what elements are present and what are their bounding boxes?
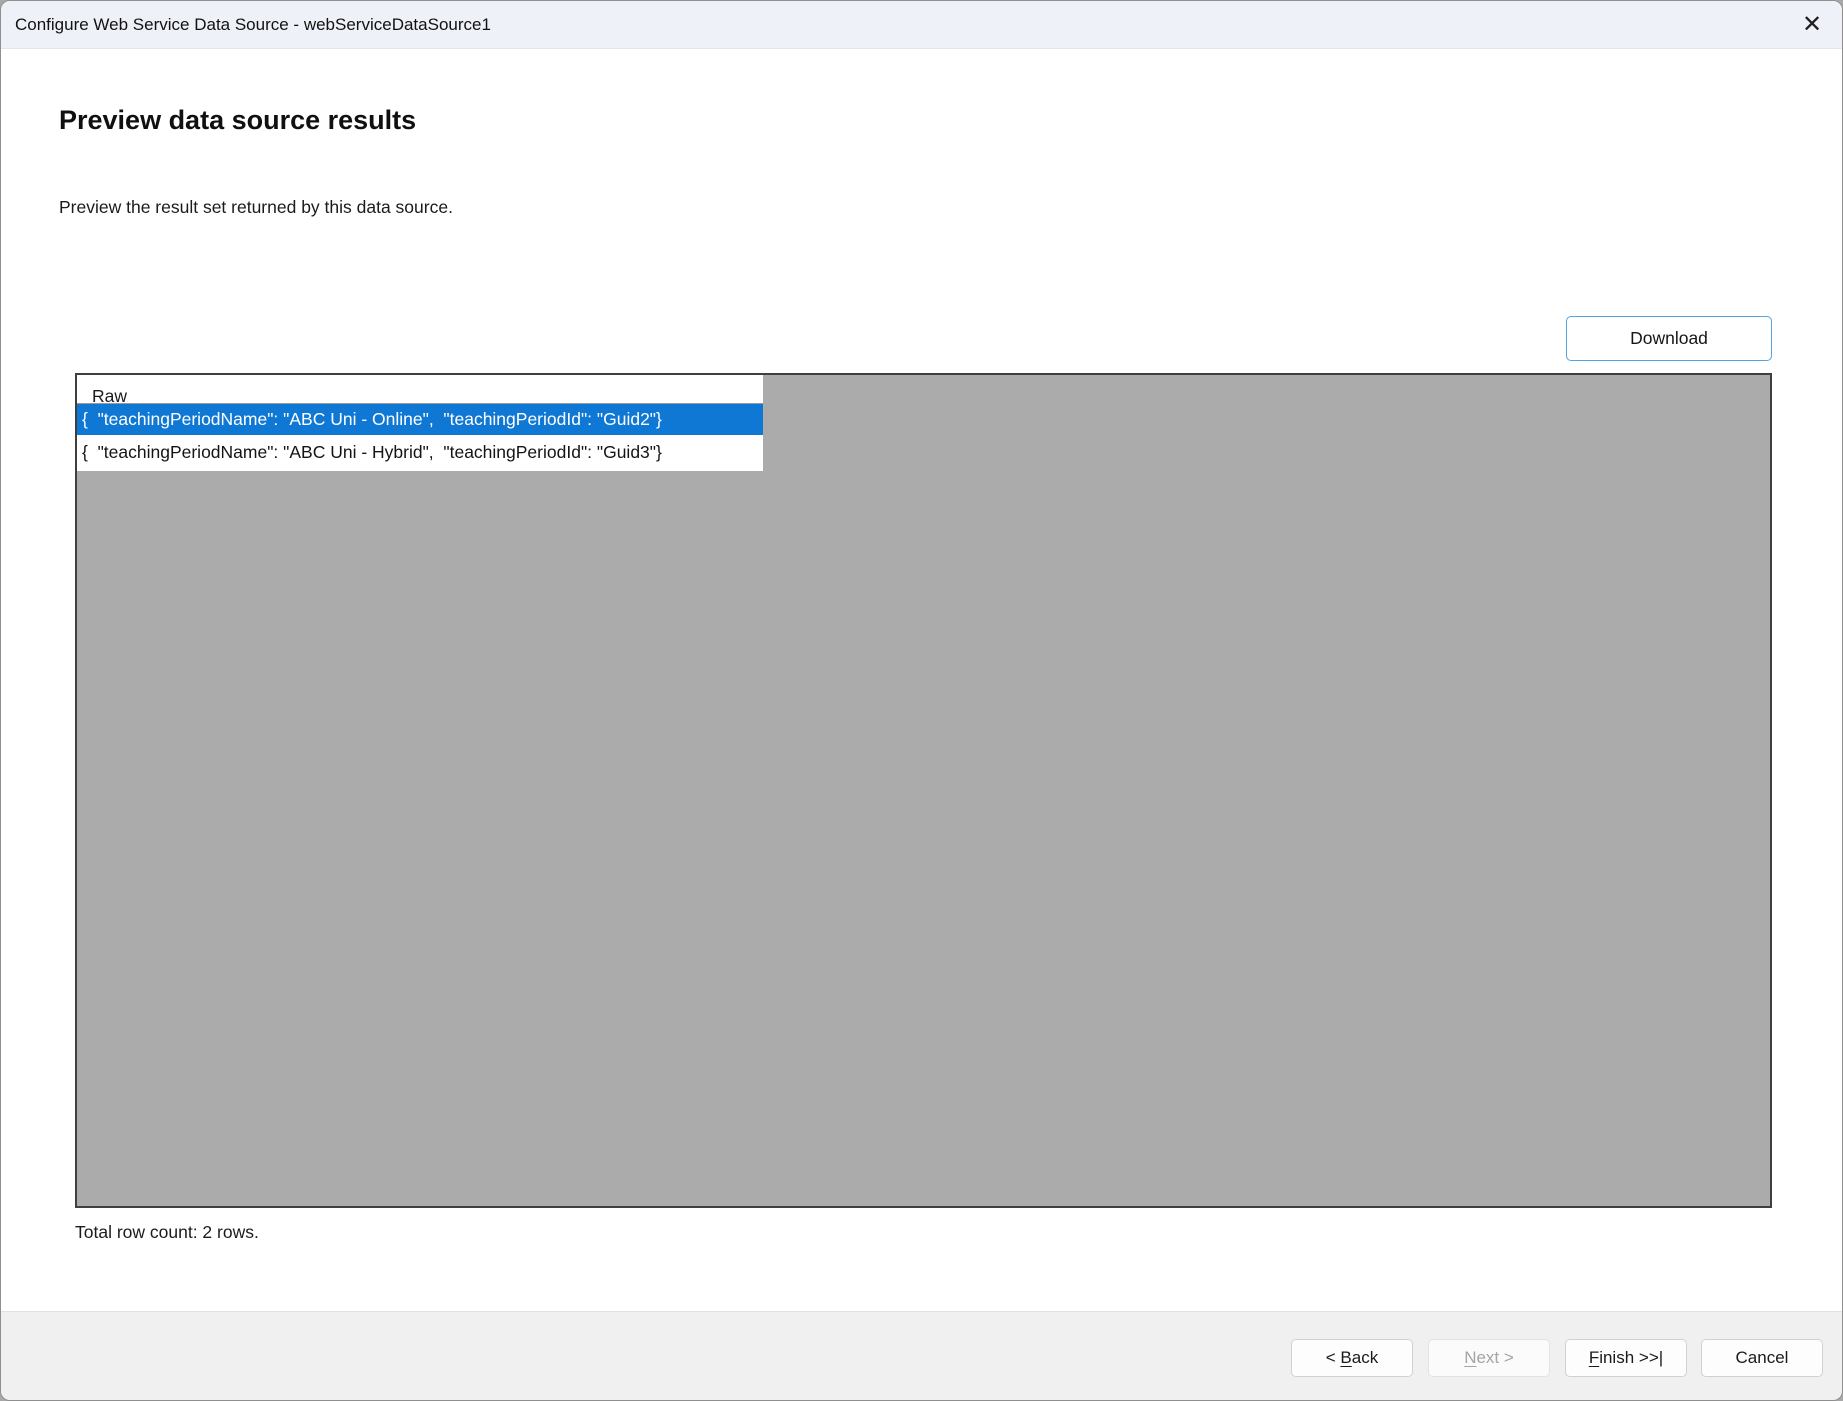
cancel-button-label: Cancel [1736,1348,1789,1368]
footer: < Back Next > Finish >>| Cancel [1,1311,1842,1400]
back-button-label: < Back [1326,1348,1378,1368]
close-icon: ✕ [1802,13,1822,37]
finish-button[interactable]: Finish >>| [1565,1339,1687,1377]
page-title: Preview data source results [59,105,416,136]
next-button-label: Next > [1464,1348,1514,1368]
page-description: Preview the result set returned by this … [59,197,453,218]
grid-row[interactable]: { "teachingPeriodName": "ABC Uni - Hybri… [77,437,763,468]
cancel-button[interactable]: Cancel [1701,1339,1823,1377]
titlebar: Configure Web Service Data Source - webS… [1,1,1842,49]
configure-web-service-dialog: Configure Web Service Data Source - webS… [0,0,1843,1401]
back-button[interactable]: < Back [1291,1339,1413,1377]
window-title: Configure Web Service Data Source - webS… [15,15,491,35]
total-row-count: Total row count: 2 rows. [75,1222,259,1243]
next-button[interactable]: Next > [1428,1339,1550,1377]
download-button-label: Download [1630,328,1708,349]
raw-column: Raw { "teachingPeriodName": "ABC Uni - O… [77,375,763,471]
grid-row[interactable]: { "teachingPeriodName": "ABC Uni - Onlin… [77,404,763,435]
finish-button-label: Finish >>| [1589,1348,1663,1368]
download-button[interactable]: Download [1566,316,1772,361]
screen: Configure Web Service Data Source - webS… [0,0,1843,1401]
results-grid[interactable]: Raw { "teachingPeriodName": "ABC Uni - O… [75,373,1772,1208]
close-button[interactable]: ✕ [1790,3,1834,46]
raw-column-header[interactable]: Raw [77,375,763,404]
